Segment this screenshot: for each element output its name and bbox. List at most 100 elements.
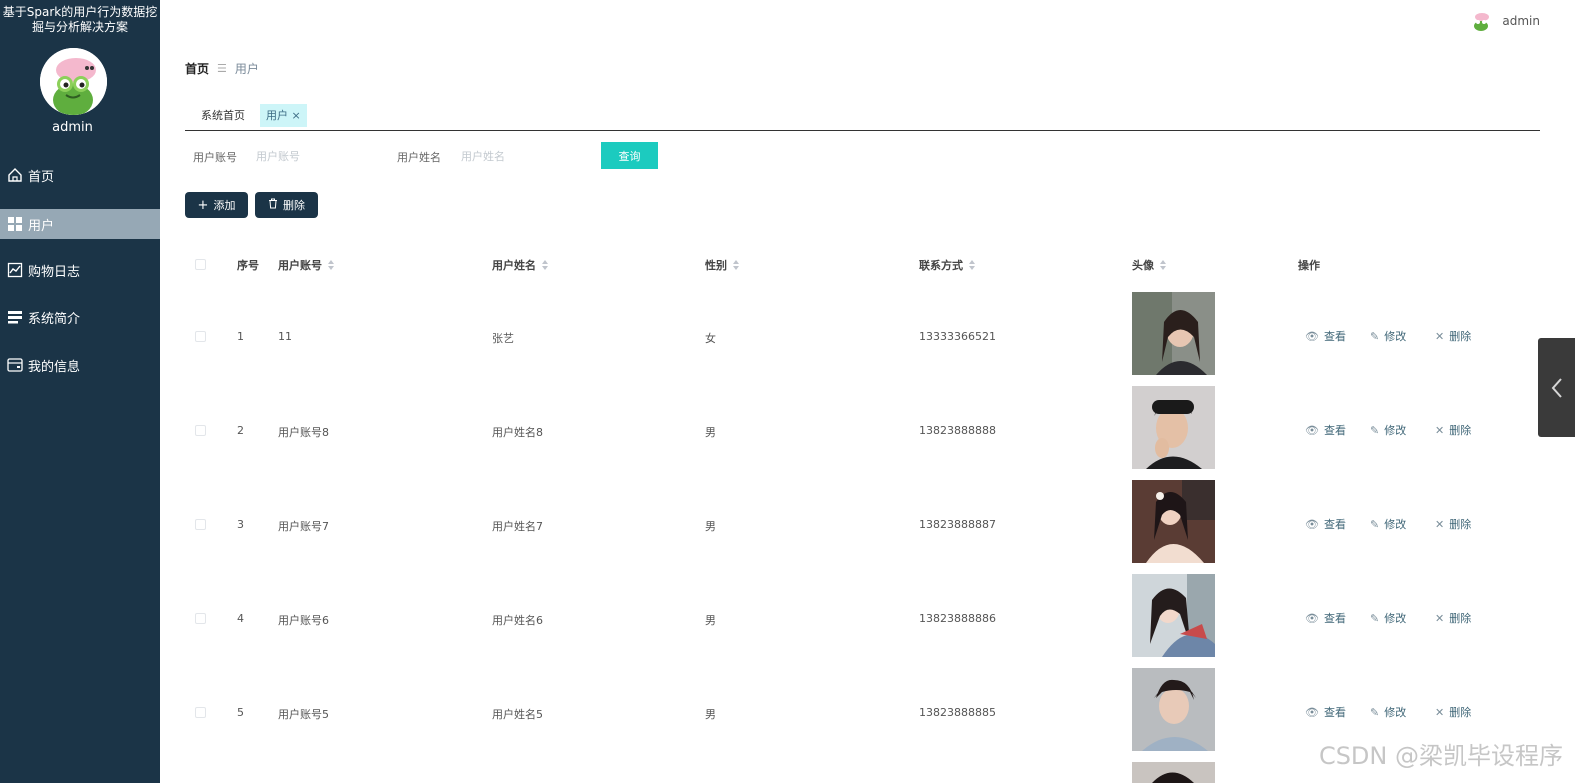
edit-button[interactable]: ✎ 修改 [1370, 704, 1406, 720]
row-delete-button[interactable]: ✕ 删除 [1435, 610, 1471, 626]
account-search-input[interactable] [256, 144, 366, 168]
trash-icon [268, 198, 278, 213]
user-photo[interactable] [1132, 386, 1215, 469]
tab-system-home[interactable]: 系统首页 [195, 104, 251, 127]
view-button[interactable]: 👁 查看 [1305, 422, 1346, 438]
edit-icon: ✎ [1370, 611, 1380, 625]
eye-icon: 👁 [1305, 329, 1319, 343]
user-photo[interactable] [1132, 574, 1215, 657]
list-icon [6, 308, 24, 326]
cell-contact: 13823888887 [919, 518, 996, 531]
cell-gender: 男 [705, 520, 716, 533]
eye-icon: 👁 [1305, 423, 1319, 437]
breadcrumb: 首页 ☰ 用户 [185, 60, 259, 77]
sort-icon[interactable] [542, 260, 548, 270]
sidebar-item-home[interactable]: 首页 [0, 160, 160, 190]
sidebar-item-label: 购物日志 [28, 264, 81, 280]
close-icon: ✕ [1435, 423, 1445, 437]
close-icon: ✕ [1435, 611, 1445, 625]
sidebar-item-system-intro[interactable]: 系统简介 [0, 302, 160, 332]
plus-icon: + [197, 197, 209, 213]
row-delete-button[interactable]: ✕ 删除 [1435, 422, 1471, 438]
edit-icon: ✎ [1370, 705, 1380, 719]
column-header-account[interactable]: 用户账号 [278, 257, 334, 273]
sidebar-item-my-info[interactable]: 我的信息 [0, 350, 160, 380]
avatar [1470, 10, 1493, 32]
edit-button[interactable]: ✎ 修改 [1370, 422, 1406, 438]
sort-icon[interactable] [733, 260, 739, 270]
column-header-index: 序号 [237, 259, 259, 272]
tab-users[interactable]: 用户 × [260, 104, 307, 127]
cell-index: 2 [237, 424, 244, 437]
view-button[interactable]: 👁 查看 [1305, 516, 1346, 532]
query-button[interactable]: 查询 [601, 142, 658, 169]
top-user-menu[interactable]: admin [1470, 10, 1540, 32]
sort-icon[interactable] [1160, 260, 1166, 270]
close-icon: ✕ [1435, 329, 1445, 343]
cell-contact: 13823888886 [919, 612, 996, 625]
grid-icon [6, 215, 24, 233]
user-photo[interactable] [1132, 480, 1215, 563]
column-header-avatar[interactable]: 头像 [1132, 257, 1166, 273]
column-header-gender[interactable]: 性别 [705, 257, 739, 273]
breadcrumb-separator-icon: ☰ [217, 62, 227, 75]
row-delete-button[interactable]: ✕ 删除 [1435, 704, 1471, 720]
drawer-toggle[interactable] [1538, 338, 1575, 437]
close-icon: ✕ [1435, 705, 1445, 719]
row-checkbox[interactable] [195, 613, 206, 624]
view-button[interactable]: 👁 查看 [1305, 704, 1346, 720]
user-photo[interactable] [1132, 292, 1215, 375]
table-row: 1 11 张艺 女 13333366521 👁 查看 ✎ 修改 ✕ 删除 [185, 290, 1525, 384]
add-button[interactable]: + 添加 [185, 192, 248, 218]
edit-icon: ✎ [1370, 329, 1380, 343]
view-button[interactable]: 👁 查看 [1305, 328, 1346, 344]
cell-account: 用户账号6 [278, 614, 329, 627]
cell-name: 用户姓名6 [492, 614, 543, 627]
watermark: CSDN @梁凯毕设程序 [1318, 742, 1563, 770]
row-checkbox[interactable] [195, 331, 206, 342]
delete-button-label: 删除 [283, 199, 305, 212]
close-icon: ✕ [1435, 517, 1445, 531]
sidebar-item-users[interactable]: 用户 [0, 209, 160, 239]
name-label: 用户姓名 [397, 151, 441, 164]
sidebar: 基于Spark的用户行为数据挖 掘与分析解决方案 admin 首页 用户 购物日… [0, 0, 160, 783]
top-user-name: admin [1502, 14, 1540, 28]
row-delete-button[interactable]: ✕ 删除 [1435, 516, 1471, 532]
user-photo[interactable] [1132, 762, 1215, 783]
select-all-checkbox[interactable] [195, 259, 206, 270]
cell-account: 用户账号5 [278, 708, 329, 721]
tab-label: 用户 [266, 109, 288, 122]
edit-button[interactable]: ✎ 修改 [1370, 516, 1406, 532]
column-header-name[interactable]: 用户姓名 [492, 257, 548, 273]
name-search-input[interactable] [461, 144, 571, 168]
row-delete-button[interactable]: ✕ 删除 [1435, 328, 1471, 344]
view-button[interactable]: 👁 查看 [1305, 610, 1346, 626]
row-checkbox[interactable] [195, 425, 206, 436]
cell-name: 用户姓名5 [492, 708, 543, 721]
breadcrumb-current: 用户 [234, 62, 259, 76]
app-title: 基于Spark的用户行为数据挖 掘与分析解决方案 [0, 5, 160, 35]
cell-name: 张艺 [492, 332, 514, 345]
search-form: 用户账号 用户姓名 查询 [185, 142, 685, 170]
cell-index: 5 [237, 706, 244, 719]
wallet-icon [6, 356, 24, 374]
sidebar-item-shopping-log[interactable]: 购物日志 [0, 255, 160, 285]
column-header-contact[interactable]: 联系方式 [919, 257, 975, 273]
frog-avatar-icon [40, 48, 107, 115]
sort-icon[interactable] [328, 260, 334, 270]
close-icon[interactable]: × [292, 109, 301, 122]
sidebar-user-name: admin [52, 120, 93, 135]
row-checkbox[interactable] [195, 707, 206, 718]
delete-button[interactable]: 删除 [255, 192, 318, 218]
eye-icon: 👁 [1305, 517, 1319, 531]
sort-icon[interactable] [969, 260, 975, 270]
edit-button[interactable]: ✎ 修改 [1370, 328, 1406, 344]
user-photo[interactable] [1132, 668, 1215, 751]
edit-icon: ✎ [1370, 517, 1380, 531]
chevron-left-icon [1551, 377, 1562, 398]
cell-index: 1 [237, 330, 244, 343]
edit-button[interactable]: ✎ 修改 [1370, 610, 1406, 626]
sidebar-item-label: 用户 [28, 218, 55, 234]
breadcrumb-home[interactable]: 首页 [185, 60, 209, 77]
row-checkbox[interactable] [195, 519, 206, 530]
